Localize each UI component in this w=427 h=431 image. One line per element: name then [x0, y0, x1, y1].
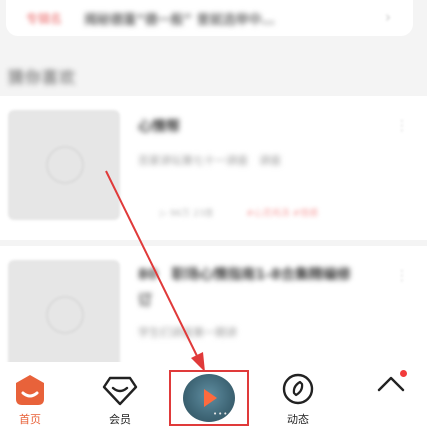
- pointer-arrow: [105, 170, 205, 372]
